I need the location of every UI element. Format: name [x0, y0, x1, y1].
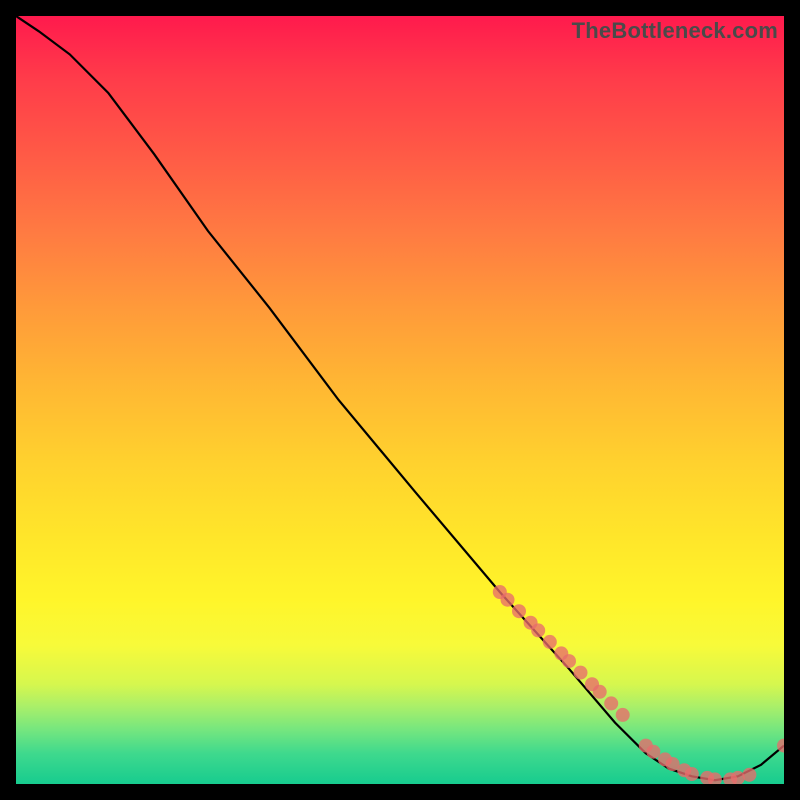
marker-point	[639, 739, 653, 753]
marker-point	[742, 768, 756, 782]
marker-point	[616, 708, 630, 722]
marker-point	[700, 771, 714, 784]
chart-stage: TheBottleneck.com	[0, 0, 800, 800]
marker-point	[731, 771, 745, 784]
marker-point	[666, 757, 680, 771]
chart-svg	[16, 16, 784, 784]
watermark-label: TheBottleneck.com	[572, 18, 778, 44]
marker-point	[708, 772, 722, 784]
marker-point	[593, 685, 607, 699]
marker-point	[543, 635, 557, 649]
marker-point	[554, 646, 568, 660]
marker-point	[574, 666, 588, 680]
curve-line	[16, 16, 784, 780]
marker-point	[524, 616, 538, 630]
marker-point	[646, 745, 660, 759]
marker-point	[658, 752, 672, 766]
marker-point	[723, 772, 737, 784]
marker-point	[677, 763, 691, 777]
marker-point	[531, 623, 545, 637]
marker-point	[493, 585, 507, 599]
marker-point	[501, 593, 515, 607]
marker-point	[777, 739, 784, 753]
marker-point	[685, 767, 699, 781]
marker-group	[493, 585, 784, 784]
marker-point	[604, 696, 618, 710]
marker-point	[512, 604, 526, 618]
marker-point	[585, 677, 599, 691]
plot-area: TheBottleneck.com	[16, 16, 784, 784]
marker-point	[562, 654, 576, 668]
